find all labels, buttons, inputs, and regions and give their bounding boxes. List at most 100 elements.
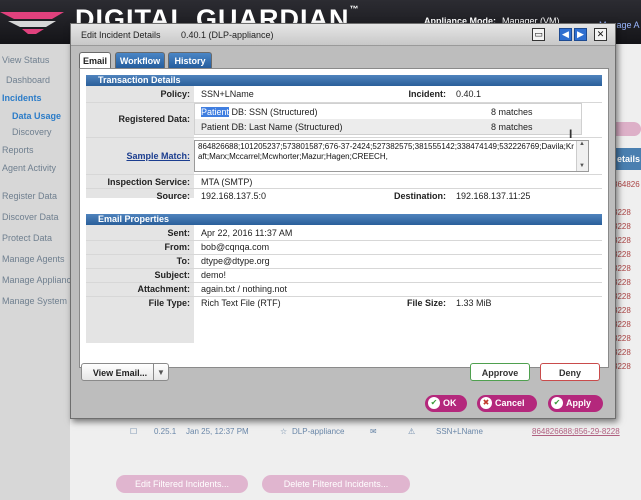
row-divider [86,174,602,175]
row-divider [86,296,602,297]
approve-button[interactable]: Approve [470,363,530,381]
row-divider [86,137,602,138]
delete-filtered-incidents-button[interactable]: Delete Filtered Incidents... [262,475,410,493]
sample-match-label[interactable]: Sample Match: [86,151,194,161]
background-link-cell[interactable]: 3228 [613,278,641,290]
registered-data-name: DB: SSN (Structured) [229,107,318,117]
scroll-down-icon[interactable]: ▼ [579,163,585,169]
sidebar-item-register-data[interactable]: Register Data [0,186,70,206]
chevron-down-icon[interactable]: ▼ [153,363,169,381]
attachment-value: again.txt / nothing.not [201,284,288,294]
inspection-service-label: Inspection Service: [107,177,190,187]
checkmark-icon: ✔ [428,397,440,409]
edit-incident-dialog: Edit Incident Details 0.40.1 (DLP-applia… [70,23,616,419]
sent-label: Sent: [167,228,191,238]
sample-match-scrollbar[interactable]: ▲ ▼ [576,141,588,171]
view-email-button[interactable]: View Email... [81,363,159,381]
row-date: Jan 25, 12:37 PM [186,427,249,436]
transaction-details-header: Transaction Details [86,75,602,86]
scroll-up-icon[interactable]: ▲ [579,141,585,147]
tab-workflow[interactable]: Workflow [115,52,165,68]
from-value: bob@cqnqa.com [201,242,270,252]
file-type-label: File Type: [148,298,190,308]
sidebar-item-protect-data[interactable]: Protect Data [0,228,70,248]
subject-label: Subject: [154,270,190,280]
sidebar-item-manage-system[interactable]: Manage System [0,291,70,311]
registered-data-highlight: Patient [201,107,230,117]
destination-value: 192.168.137.11:25 [456,191,531,201]
envelope-icon: ✉ [370,427,377,436]
background-link-cell[interactable]: 864826 [613,180,641,192]
cancel-button[interactable]: ✖ Cancel [477,395,537,412]
incident-label: Incident: [408,89,447,99]
sidebar-item-discovery[interactable]: Discovery [0,122,70,142]
background-link-cell[interactable]: 3228 [613,362,641,374]
registered-data-count: 8 matches [491,122,533,132]
dialog-title: Edit Incident Details [81,30,161,40]
file-type-value: Rich Text File (RTF) [201,298,281,308]
checkmark-icon: ✔ [551,397,563,409]
registered-data-row[interactable]: Patient DB: Last Name (Structured) 8 mat… [195,119,581,134]
background-link-cell[interactable]: 3228 [613,208,641,220]
email-tab-panel: Transaction Details Policy: SSN+LName In… [79,68,609,368]
cancel-x-icon: ✖ [480,397,492,409]
warning-icon: ⚠ [408,427,416,436]
star-icon[interactable]: ☆ [280,427,287,436]
destination-label: Destination: [393,191,446,201]
registered-data-name: Patient DB: Last Name (Structured) [201,122,343,132]
background-link-cell[interactable]: 3228 [613,264,641,276]
tab-email[interactable]: Email [79,52,111,69]
restore-icon[interactable]: ▭ [532,28,545,41]
registered-data-row[interactable]: Patient DB: SSN (Structured) 8 matches [195,104,581,119]
sidebar-nav: View Status Dashboard Incidents Data Usa… [0,44,70,500]
sidebar-item-discover-data[interactable]: Discover Data [0,207,70,227]
ok-button[interactable]: ✔ OK [425,395,467,412]
row-policy: SSN+LName [436,427,483,436]
sidebar-item-agent-activity[interactable]: Agent Activity [0,158,70,178]
edit-filtered-incidents-button[interactable]: Edit Filtered Incidents... [116,475,248,493]
close-icon[interactable]: ✕ [594,28,607,41]
background-link-cell[interactable]: 3228 [613,236,641,248]
sent-value: Apr 22, 2016 11:37 AM [201,228,293,238]
source-label: Source: [156,191,190,201]
sidebar-item-manage-appliances[interactable]: Manage Applianc [0,270,70,290]
row-divider [86,268,602,269]
background-link-cell[interactable]: 3228 [613,250,641,262]
file-size-value: 1.33 MiB [456,298,492,308]
sample-match-textarea[interactable]: 864826688;101205237;573801587;676-37-242… [194,140,589,172]
row-divider [86,240,602,241]
table-row[interactable]: ☐ 0.25.1 Jan 25, 12:37 PM ☆ DLP-applianc… [118,424,641,440]
dialog-subtitle: 0.40.1 (DLP-appliance) [181,30,274,40]
background-link-cell[interactable]: 3228 [613,334,641,346]
background-link-cell[interactable]: 3228 [613,348,641,360]
text-cursor-icon: I [569,127,573,141]
to-label: To: [176,256,190,266]
next-incident-icon[interactable]: ▶ [574,28,587,41]
from-label: From: [164,242,191,252]
incident-value: 0.40.1 [456,89,482,99]
background-link-cell[interactable]: 3228 [613,222,641,234]
inspection-service-value: MTA (SMTP) [201,177,253,187]
background-link-cell[interactable]: 3228 [613,292,641,304]
apply-button[interactable]: ✔ Apply [548,395,603,412]
background-link-cell[interactable] [613,194,641,206]
policy-label: Policy: [160,89,190,99]
row-incident-id: 0.25.1 [154,427,177,436]
row-data-link[interactable]: 864826688;856-29-8228 [532,427,620,436]
attachment-label: Attachment: [137,284,190,294]
deny-button[interactable]: Deny [540,363,600,381]
sidebar-item-view-status[interactable]: View Status [0,50,70,70]
logo-wing-icon [0,12,64,34]
row-checkbox-icon[interactable]: ☐ [130,427,137,436]
background-link-cell[interactable]: 3228 [613,306,641,318]
sidebar-item-incidents[interactable]: Incidents [0,88,70,108]
sidebar-item-dashboard[interactable]: Dashboard [0,70,70,90]
row-divider [86,188,602,189]
previous-incident-icon[interactable]: ◀ [559,28,572,41]
sidebar-item-reports[interactable]: Reports [0,140,70,160]
dialog-titlebar[interactable]: Edit Incident Details 0.40.1 (DLP-applia… [71,24,615,46]
tab-history[interactable]: History [168,52,212,68]
background-link-cell[interactable]: 3228 [613,320,641,332]
subject-value: demo! [201,270,227,280]
sidebar-item-manage-agents[interactable]: Manage Agents [0,249,70,269]
